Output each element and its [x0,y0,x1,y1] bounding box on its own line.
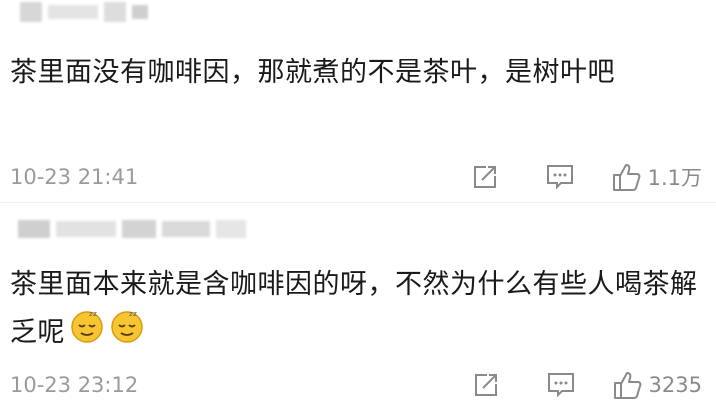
divider [0,202,716,203]
like-button[interactable]: 3235 [613,370,702,400]
comment-actions: 3235 [473,368,702,402]
thumbs-up-icon [613,372,641,399]
share-icon [474,374,497,396]
share-button[interactable] [473,372,499,398]
like-button[interactable]: 1.1万 [612,162,702,192]
comment-meta-1: 10-23 21:41 1.1万 [10,160,702,194]
share-icon [473,166,496,188]
sleepy-face-emoji: zz [109,308,145,359]
share-button[interactable] [472,164,498,190]
timestamp: 10-23 21:41 [10,165,139,189]
comment-icon [547,373,574,398]
comment-text-1: 茶里面没有咖啡因，那就煮的不是茶叶，是树叶吧 [10,50,700,96]
comment-body: 茶里面没有咖啡因，那就煮的不是茶叶，是树叶吧 [10,57,615,88]
comment-icon [546,165,573,190]
sleepy-face-emoji: zz [69,308,105,359]
blurred-username-1 [20,2,148,22]
reply-button[interactable] [547,372,575,398]
svg-text:zz: zz [89,310,97,318]
comment-text-2: 茶里面本来就是含咖啡因的呀，不然为什么有些人喝茶解乏呢 zz zz [10,262,700,359]
like-count: 1.1万 [647,166,702,190]
reply-button[interactable] [546,164,574,190]
like-count: 3235 [648,373,702,397]
comment-actions: 1.1万 [472,160,702,194]
blurred-username-2 [18,220,246,238]
timestamp: 10-23 23:12 [10,373,139,397]
svg-text:zz: zz [129,310,137,318]
comment-meta-2: 10-23 23:12 3235 [10,368,702,402]
thumbs-up-icon [612,164,640,191]
